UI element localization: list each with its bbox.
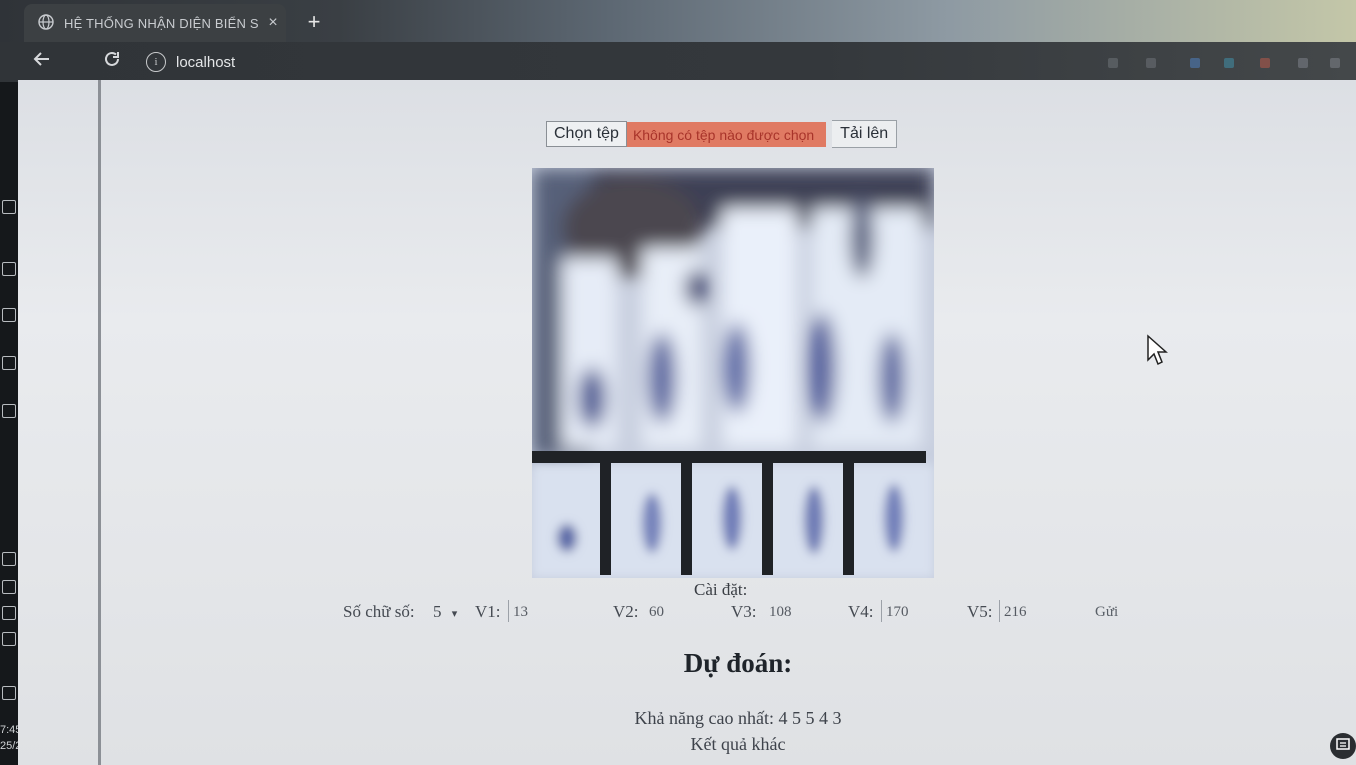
file-upload-row: Chọn tệp Không có tệp nào được chọn Tải …	[546, 120, 898, 148]
prediction-other: Kết quả khác	[690, 734, 786, 754]
info-icon[interactable]: i	[146, 52, 166, 72]
prediction-best: Khả năng cao nhất: 4 5 5 4 3	[634, 708, 842, 728]
taskbar-app-icon[interactable]	[2, 404, 16, 418]
extension-icon[interactable]	[1146, 58, 1156, 68]
digits-label: Số chữ số:	[343, 602, 415, 621]
v5-input[interactable]: 216	[999, 600, 1074, 622]
choose-file-button[interactable]: Chọn tệp	[546, 121, 627, 147]
menu-icon[interactable]	[1330, 58, 1340, 68]
web-page: Chọn tệp Không có tệp nào được chọn Tải …	[18, 80, 1356, 765]
prediction-title: Dự đoán:	[683, 648, 793, 678]
tab-close-icon[interactable]: ×	[260, 14, 286, 32]
taskbar-app-icon[interactable]	[2, 308, 16, 322]
address-bar[interactable]: i localhost	[146, 48, 1046, 76]
chevron-down-icon: ▾	[451, 608, 458, 620]
extension-icon[interactable]	[1298, 58, 1308, 68]
page-border	[98, 80, 101, 765]
new-tab-button[interactable]: +	[298, 8, 330, 36]
send-button[interactable]: Gửi	[1095, 604, 1118, 621]
v3-input[interactable]: 108	[765, 600, 839, 622]
taskbar-app-icon[interactable]	[2, 356, 16, 370]
upload-button[interactable]: Tải lên	[832, 120, 898, 148]
globe-icon	[38, 13, 54, 33]
mouse-cursor-icon	[1147, 334, 1168, 366]
v3-label: V3:	[731, 602, 757, 621]
browser-toolbar: i localhost	[0, 42, 1356, 82]
settings-icon[interactable]	[2, 632, 16, 646]
extension-icon[interactable]	[1108, 58, 1118, 68]
v2-label: V2:	[613, 602, 639, 621]
settings-row: Số chữ số: 5 ▾ V1: 13 V2: 60 V3: 108 V4:…	[343, 600, 1143, 626]
chevron-icon[interactable]	[2, 552, 16, 566]
extension-icon[interactable]	[1224, 58, 1234, 68]
reload-icon[interactable]	[98, 48, 126, 76]
taskbar-app-icon[interactable]	[2, 262, 16, 276]
v1-label: V1:	[475, 602, 501, 621]
back-arrow-icon[interactable]	[28, 48, 56, 76]
digits-value: 5	[433, 602, 442, 621]
screen-capture-icon[interactable]	[1330, 733, 1356, 759]
v4-input[interactable]: 170	[881, 600, 956, 622]
extension-icon[interactable]	[1260, 58, 1270, 68]
keyboard-icon[interactable]	[2, 686, 16, 700]
plate-preview-image	[532, 168, 934, 578]
taskbar-app-icon[interactable]	[2, 200, 16, 214]
browser-tab[interactable]: HỆ THỐNG NHẬN DIỆN BIỂN S ×	[24, 4, 286, 42]
v1-input[interactable]: 13	[508, 600, 583, 622]
v4-label: V4:	[848, 602, 874, 621]
v2-input[interactable]: 60	[645, 600, 719, 622]
tab-title: HỆ THỐNG NHẬN DIỆN BIỂN S	[64, 15, 259, 31]
settings-title: Cài đặt:	[694, 580, 748, 599]
wifi-icon[interactable]	[2, 606, 16, 620]
extension-icon[interactable]	[1190, 58, 1200, 68]
notes-icon[interactable]	[2, 580, 16, 594]
url-text: localhost	[176, 53, 236, 71]
digits-select[interactable]: 5 ▾	[433, 602, 457, 622]
no-file-status: Không có tệp nào được chọn	[626, 121, 827, 147]
browser-tabstrip: HỆ THỐNG NHẬN DIỆN BIỂN S × +	[0, 0, 1356, 42]
v5-label: V5:	[967, 602, 993, 621]
